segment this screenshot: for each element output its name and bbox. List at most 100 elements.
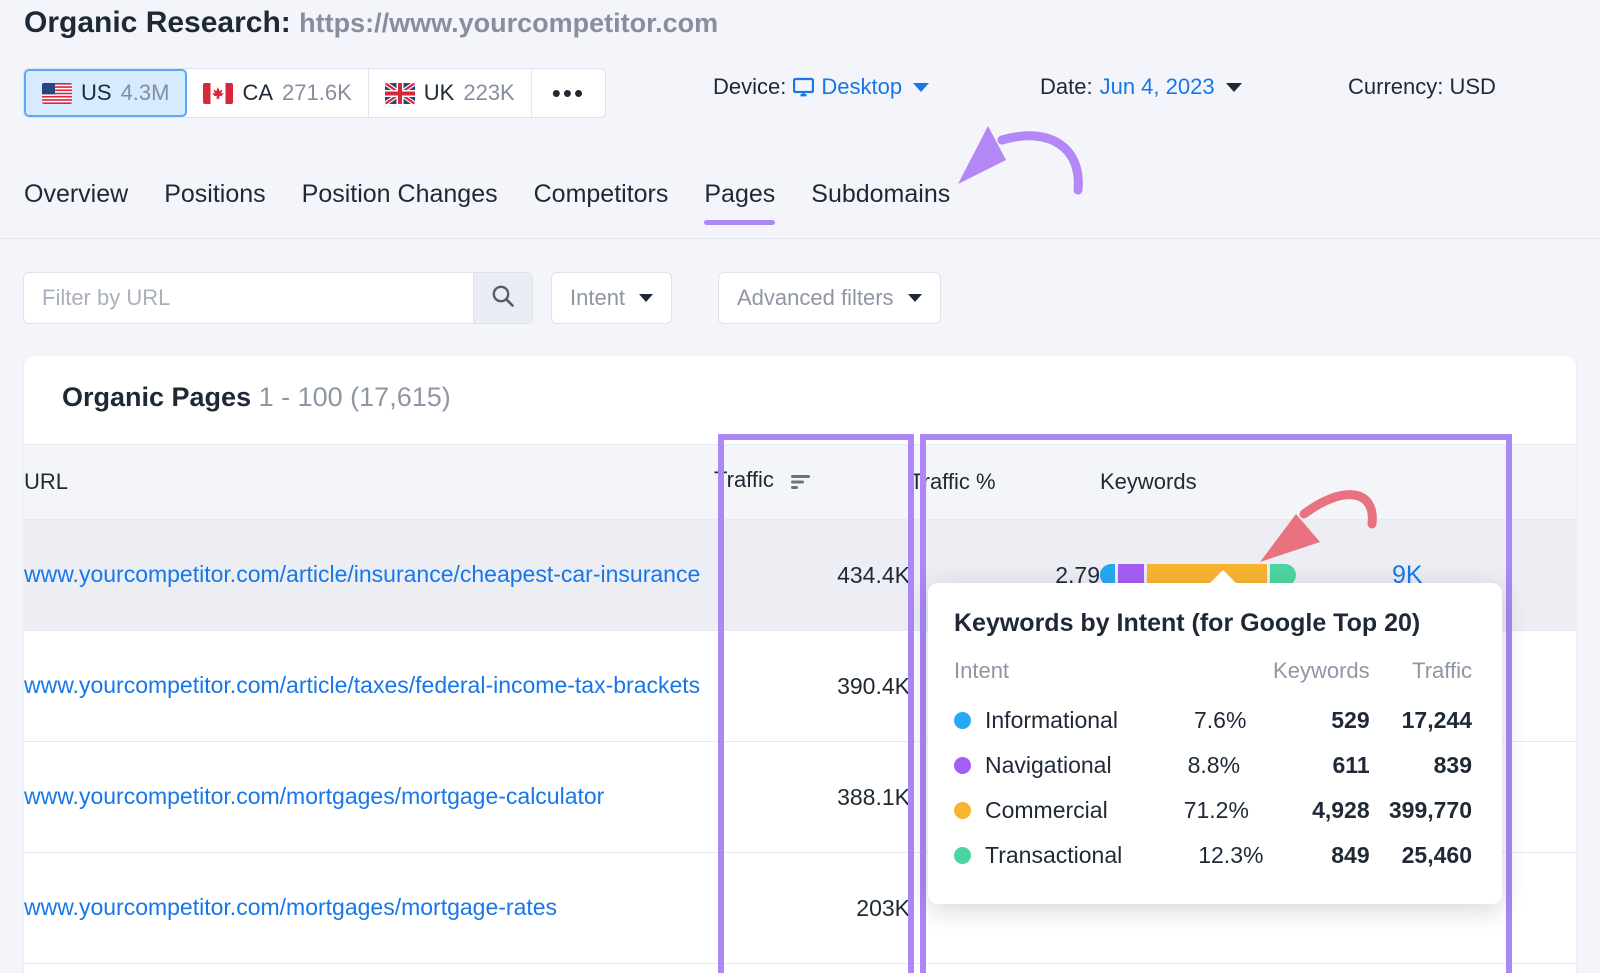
cell-traffic[interactable]: 434.4K [714,520,910,631]
intent-dot-commercial [954,802,971,819]
us-flag-icon [42,83,72,104]
tooltip-intent-keywords: 4,928 [1263,788,1369,833]
card-title-range: 1 - 100 (17,615) [259,382,451,412]
search-button[interactable] [473,273,532,323]
uk-flag-icon [385,83,415,104]
chevron-down-icon-date[interactable] [1226,83,1242,92]
tooltip-table: Intent Keywords Traffic Informational 7.… [954,658,1472,878]
country-button-ca[interactable]: CA 271.6K [187,69,368,117]
tooltip-intent-traffic: 399,770 [1370,788,1472,833]
card-title: Organic Pages 1 - 100 (17,615) [24,356,1576,413]
country-count-us: 4.3M [121,80,170,106]
page-url-link[interactable]: www.yourcompetitor.com/mortgages/mortgag… [24,892,714,923]
tab-pages[interactable]: Pages [686,180,793,225]
tooltip-intent-keywords: 611 [1263,743,1369,788]
table-header-row: URL Traffic Traffic % Keywords [24,445,1576,520]
page-title-label: Organic Research: [24,6,291,39]
cell-url[interactable]: www.yourcompetitor.com/mortgages/mortgag… [24,853,714,964]
tab-list: Overview Positions Position Changes Comp… [24,180,968,225]
tooltip-row-transactional: Transactional 12.3% 849 25,460 [954,833,1472,878]
date-label: Date: [1040,74,1093,100]
tab-overview[interactable]: Overview [24,180,146,225]
device-label: Device: [713,74,786,100]
monitor-icon [793,77,814,98]
tooltip-header-keywords: Keywords [1263,658,1369,698]
organic-research-page: Organic Research: https://www.yourcompet… [0,0,1600,973]
tooltip-intent-name: Informational 7.6% [954,698,1263,743]
tab-positions[interactable]: Positions [146,180,283,225]
tooltip-intent-label: Navigational [985,752,1112,779]
card-title-text: Organic Pages [62,382,251,412]
tooltip-intent-label: Transactional [985,842,1122,869]
cell-traffic[interactable]: 390.4K [714,631,910,742]
search-input[interactable] [24,273,473,323]
intent-dot-informational [954,712,971,729]
intent-filter-label: Intent [570,285,625,311]
cell-url[interactable]: www.yourcompetitor.com/article/insurance… [24,520,714,631]
ca-flag-icon [203,83,233,104]
column-header-traffic-pct[interactable]: Traffic % [910,445,1100,520]
tab-position-changes[interactable]: Position Changes [284,180,516,225]
date-selector[interactable]: Date: Jun 4, 2023 [1040,74,1242,100]
tooltip-header-traffic: Traffic [1370,658,1472,698]
chevron-down-icon-advanced [908,294,922,302]
country-code-ca: CA [242,80,273,106]
keywords-by-intent-tooltip: Keywords by Intent (for Google Top 20) I… [928,583,1502,904]
tooltip-row-informational: Informational 7.6% 529 17,244 [954,698,1472,743]
tab-subdomains[interactable]: Subdomains [793,180,968,225]
intent-dot-transactional [954,847,971,864]
tooltip-intent-keywords: 849 [1263,833,1369,878]
url-filter[interactable] [23,272,533,324]
tooltip-intent-traffic: 17,244 [1370,698,1472,743]
tooltip-intent-label: Informational [985,707,1118,734]
tooltip-row-commercial: Commercial 71.2% 4,928 399,770 [954,788,1472,833]
sort-icon[interactable] [790,471,812,497]
tooltip-header-row: Intent Keywords Traffic [954,658,1472,698]
tooltip-intent-name: Commercial 71.2% [954,788,1263,833]
search-icon [490,283,516,314]
column-header-traffic[interactable]: Traffic [714,445,910,520]
tooltip-row-navigational: Navigational 8.8% 611 839 [954,743,1472,788]
chevron-down-icon-intent [639,294,653,302]
cell-traffic[interactable]: 203K [714,853,910,964]
cell-traffic[interactable]: 388.1K [714,742,910,853]
tab-competitors[interactable]: Competitors [516,180,687,225]
page-url-link[interactable]: www.yourcompetitor.com/mortgages/mortgag… [24,781,714,812]
column-header-url[interactable]: URL [24,445,714,520]
page-title: Organic Research: https://www.yourcompet… [24,6,718,40]
intent-dot-navigational [954,757,971,774]
country-selector[interactable]: US 4.3M CA 271.6K [23,68,606,118]
country-count-ca: 271.6K [282,80,352,106]
device-value: Desktop [821,74,902,100]
cell-url[interactable]: www.yourcompetitor.com/mortgages/mortgag… [24,742,714,853]
tooltip-title: Keywords by Intent (for Google Top 20) [954,609,1472,638]
intent-filter-dropdown[interactable]: Intent [551,272,672,324]
page-url-link[interactable]: www.yourcompetitor.com/article/insurance… [24,559,714,590]
tooltip-intent-pct: 7.6% [1194,707,1246,734]
page-url-link[interactable]: www.yourcompetitor.com/article/taxes/fed… [24,670,714,701]
column-header-keywords[interactable]: Keywords [1100,445,1576,520]
tooltip-header-intent: Intent [954,658,1263,698]
tooltip-intent-traffic: 839 [1370,743,1472,788]
controls-row: US 4.3M CA 271.6K [0,68,1600,122]
date-value: Jun 4, 2023 [1100,74,1215,100]
country-button-uk[interactable]: UK 223K [369,69,532,117]
country-code-uk: UK [424,80,455,106]
more-countries-button[interactable]: ••• [532,69,605,117]
filter-bar: Intent Advanced filters [0,272,1600,330]
tooltip-intent-pct: 8.8% [1188,752,1240,779]
device-selector[interactable]: Device: Desktop [713,74,929,100]
advanced-filters-label: Advanced filters [737,285,894,311]
column-header-traffic-label: Traffic [714,467,774,492]
tooltip-intent-pct: 12.3% [1198,842,1263,869]
chevron-down-icon-device[interactable] [913,83,929,92]
tooltip-intent-label: Commercial [985,797,1108,824]
tooltip-body: Informational 7.6% 529 17,244 Navigation… [954,698,1472,878]
currency-label: Currency: USD [1348,74,1496,100]
country-code-us: US [81,80,112,106]
advanced-filters-dropdown[interactable]: Advanced filters [718,272,941,324]
tooltip-intent-pct: 71.2% [1184,797,1249,824]
country-button-us[interactable]: US 4.3M [24,69,187,117]
cell-url[interactable]: www.yourcompetitor.com/article/taxes/fed… [24,631,714,742]
country-count-uk: 223K [463,80,514,106]
